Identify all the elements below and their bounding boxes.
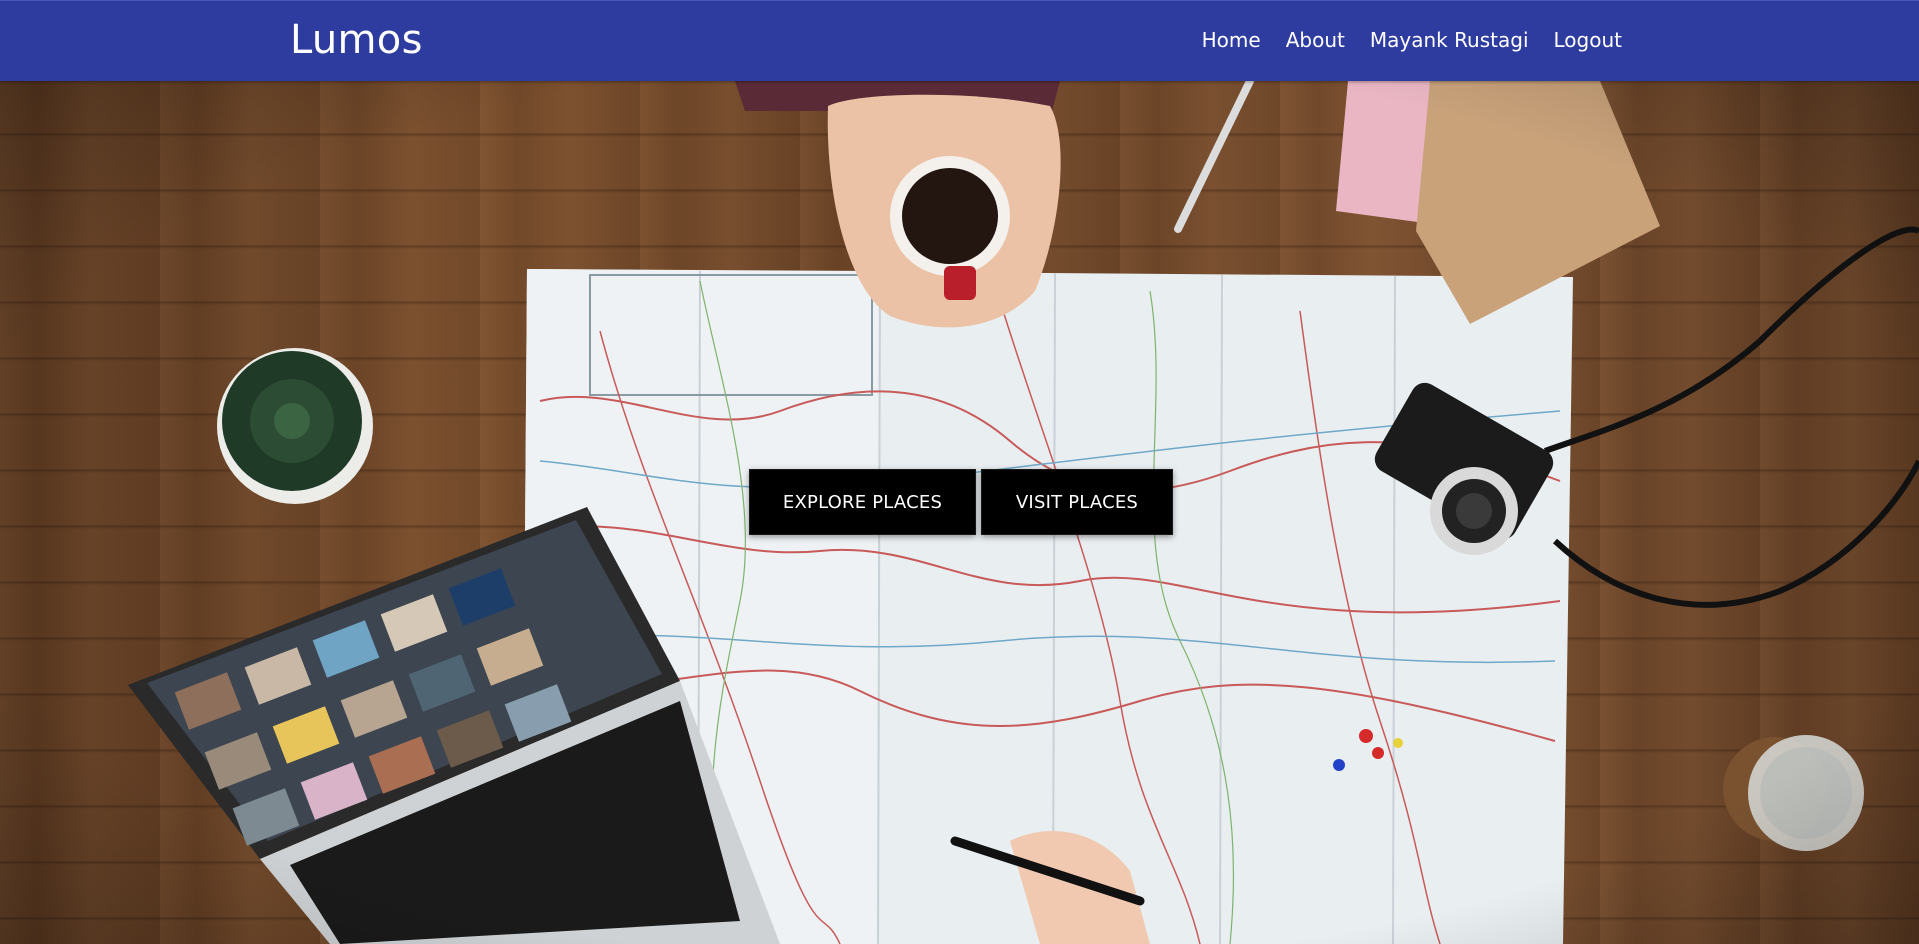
explore-places-button[interactable]: EXPLORE PLACES bbox=[749, 469, 976, 535]
brand-logo[interactable]: Lumos bbox=[290, 17, 423, 63]
navbar: Lumos Home About Mayank Rustagi Logout bbox=[0, 0, 1919, 81]
visit-places-button[interactable]: VISIT PLACES bbox=[981, 469, 1173, 535]
nav-logout-link[interactable]: Logout bbox=[1554, 28, 1622, 52]
nav-about-link[interactable]: About bbox=[1286, 28, 1345, 52]
nav-home-link[interactable]: Home bbox=[1202, 28, 1261, 52]
page: Lumos Home About Mayank Rustagi Logout E… bbox=[0, 0, 1919, 944]
hero-background-image: EXPLORE PLACES VISIT PLACES bbox=[0, 81, 1919, 944]
nav-menu: Home About Mayank Rustagi Logout bbox=[1202, 28, 1622, 52]
nav-user-link[interactable]: Mayank Rustagi bbox=[1370, 28, 1529, 52]
